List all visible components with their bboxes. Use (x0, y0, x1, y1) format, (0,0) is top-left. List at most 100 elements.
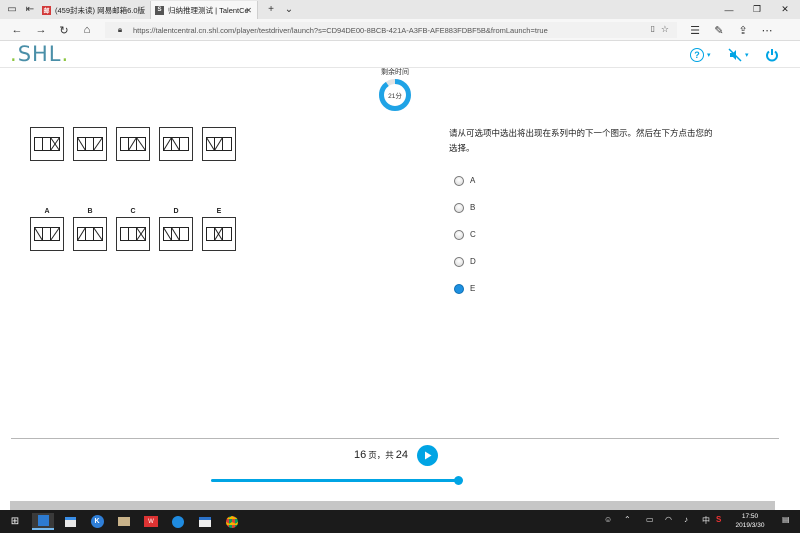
lock-icon: 🔒︎ (117, 25, 123, 34)
option-figure-c (116, 217, 150, 251)
exit-button[interactable] (765, 47, 779, 63)
clock-time: 17:50 (741, 513, 759, 520)
photos-icon[interactable] (113, 513, 135, 530)
answer-option-a[interactable]: A (454, 167, 476, 194)
progress-bar (211, 479, 458, 482)
tab-label: 归纳推理测试 | TalentCe (168, 5, 249, 15)
options-row: A B C D E (30, 207, 236, 251)
chevron-up-icon[interactable]: ⌃ (624, 515, 631, 524)
help-menu[interactable]: ? ▾ (690, 47, 711, 63)
back-icon[interactable]: ← (8, 21, 26, 39)
clock-date: 2019/3/30 (735, 522, 765, 529)
volume-icon[interactable]: ♪ (684, 515, 688, 524)
system-clock[interactable]: 17:50 2019/3/30 (728, 512, 772, 530)
option-letter: A (44, 208, 50, 215)
option-c: C (116, 207, 150, 251)
favorites-icon[interactable]: ☰ (686, 21, 704, 39)
answer-list: A B C D E (454, 167, 476, 302)
close-window-icon[interactable]: ✕ (771, 0, 799, 19)
answer-label: B (470, 203, 476, 212)
chevron-down-icon[interactable]: ⌄ (279, 0, 299, 19)
ie-icon[interactable] (167, 513, 189, 530)
battery-icon[interactable]: ▭ (646, 515, 654, 524)
option-b: B (73, 207, 107, 251)
new-tab-icon[interactable]: + (261, 0, 281, 19)
radio-button[interactable] (454, 202, 464, 213)
k-app-icon[interactable]: K (86, 513, 108, 530)
sequence-figure-3 (116, 127, 150, 161)
mail-favicon-icon: 邮 (42, 5, 51, 15)
radio-button[interactable] (454, 256, 464, 267)
notes-icon[interactable]: ✎ (710, 21, 728, 39)
refresh-icon[interactable]: ↻ (55, 21, 73, 39)
ime-indicator[interactable]: 中 (702, 515, 710, 526)
play-icon (424, 451, 431, 460)
network-icon[interactable]: ◠ (665, 515, 672, 524)
shl-favicon-icon: S (155, 5, 164, 15)
option-figure-b (73, 217, 107, 251)
answer-option-b[interactable]: B (454, 194, 476, 221)
answer-label: D (470, 257, 476, 266)
forward-icon[interactable]: → (32, 21, 50, 39)
option-letter: E (216, 208, 222, 215)
close-tab-icon[interactable]: ✕ (245, 6, 252, 15)
sequence-figure-1 (30, 127, 64, 161)
option-figure-d (159, 217, 193, 251)
accessibility-menu[interactable]: ▾ (728, 47, 749, 63)
url-text: https://talentcentral.cn.shl.com/player/… (133, 25, 548, 35)
windows-start-icon[interactable]: ⊞ (4, 513, 26, 530)
radio-button[interactable] (454, 175, 464, 186)
answer-option-c[interactable]: C (454, 221, 476, 248)
page-current: 16 (354, 449, 367, 461)
store-icon[interactable] (59, 513, 81, 530)
option-e: E (202, 207, 236, 251)
chrome-icon[interactable] (221, 513, 243, 530)
answer-label: C (470, 230, 476, 239)
radio-button[interactable] (454, 229, 464, 240)
radio-button[interactable] (454, 283, 464, 294)
edge-browser-icon[interactable] (32, 513, 54, 530)
horizontal-scrollbar[interactable] (10, 501, 775, 510)
minimize-icon[interactable]: — (715, 0, 743, 19)
windows-taskbar: ⊞ K W ☺ ⌃ ▭ ◠ ♪ 中 S 17:50 2019/3/30 ▤ (0, 510, 800, 533)
option-figure-a (30, 217, 64, 251)
tab-list-icon[interactable]: ▭ (2, 0, 22, 19)
answer-option-d[interactable]: D (454, 248, 476, 275)
address-bar[interactable]: 🔒︎ https://talentcentral.cn.shl.com/play… (105, 22, 677, 38)
mute-icon (728, 48, 742, 62)
tab-back-icon[interactable]: ⇤ (20, 0, 40, 19)
notifications-icon[interactable]: ▤ (782, 515, 790, 524)
share-icon[interactable]: ⇪ (734, 21, 752, 39)
chevron-down-icon: ▾ (707, 52, 711, 59)
timer-value: 21分 (388, 93, 402, 100)
option-d: D (159, 207, 193, 251)
reading-view-icon[interactable]: ▯ (651, 24, 655, 33)
browser-tab-mail[interactable]: 邮 (459封未读) 网易邮箱6.0版 (38, 1, 150, 19)
help-icon: ? (690, 48, 704, 62)
app-header: .SHL. ? ▾ ▾ (0, 42, 800, 68)
answer-option-e[interactable]: E (454, 275, 476, 302)
sequence-row (30, 127, 236, 161)
home-icon[interactable]: ⌂ (78, 21, 96, 39)
answer-label: A (470, 176, 476, 185)
browser-tab-test[interactable]: S 归纳推理测试 | TalentCe ✕ (150, 1, 258, 19)
browser-toolbar: ← → ↻ ⌂ 🔒︎ https://talentcentral.cn.shl.… (0, 19, 800, 41)
shl-logo: .SHL. (10, 42, 70, 66)
office-app-icon[interactable]: W (140, 513, 162, 530)
chevron-down-icon: ▾ (745, 52, 749, 59)
power-icon (766, 49, 778, 62)
sogou-input-icon[interactable]: S (716, 515, 721, 524)
tab-label: (459封未读) 网易邮箱6.0版 (55, 5, 146, 15)
progress-knob (454, 476, 463, 485)
timer-label: 剩余时间 (381, 69, 409, 76)
maximize-icon[interactable]: ❐ (743, 0, 771, 19)
favorite-star-icon[interactable]: ☆ (661, 24, 669, 35)
option-figure-e (202, 217, 236, 251)
page-total: 24 (395, 449, 409, 461)
people-icon[interactable]: ☺ (604, 515, 612, 524)
option-letter: C (130, 208, 136, 215)
mail-app-icon[interactable] (194, 513, 216, 530)
next-button[interactable] (417, 445, 438, 466)
answer-label: E (470, 284, 476, 293)
more-icon[interactable]: ⋯ (758, 21, 776, 39)
